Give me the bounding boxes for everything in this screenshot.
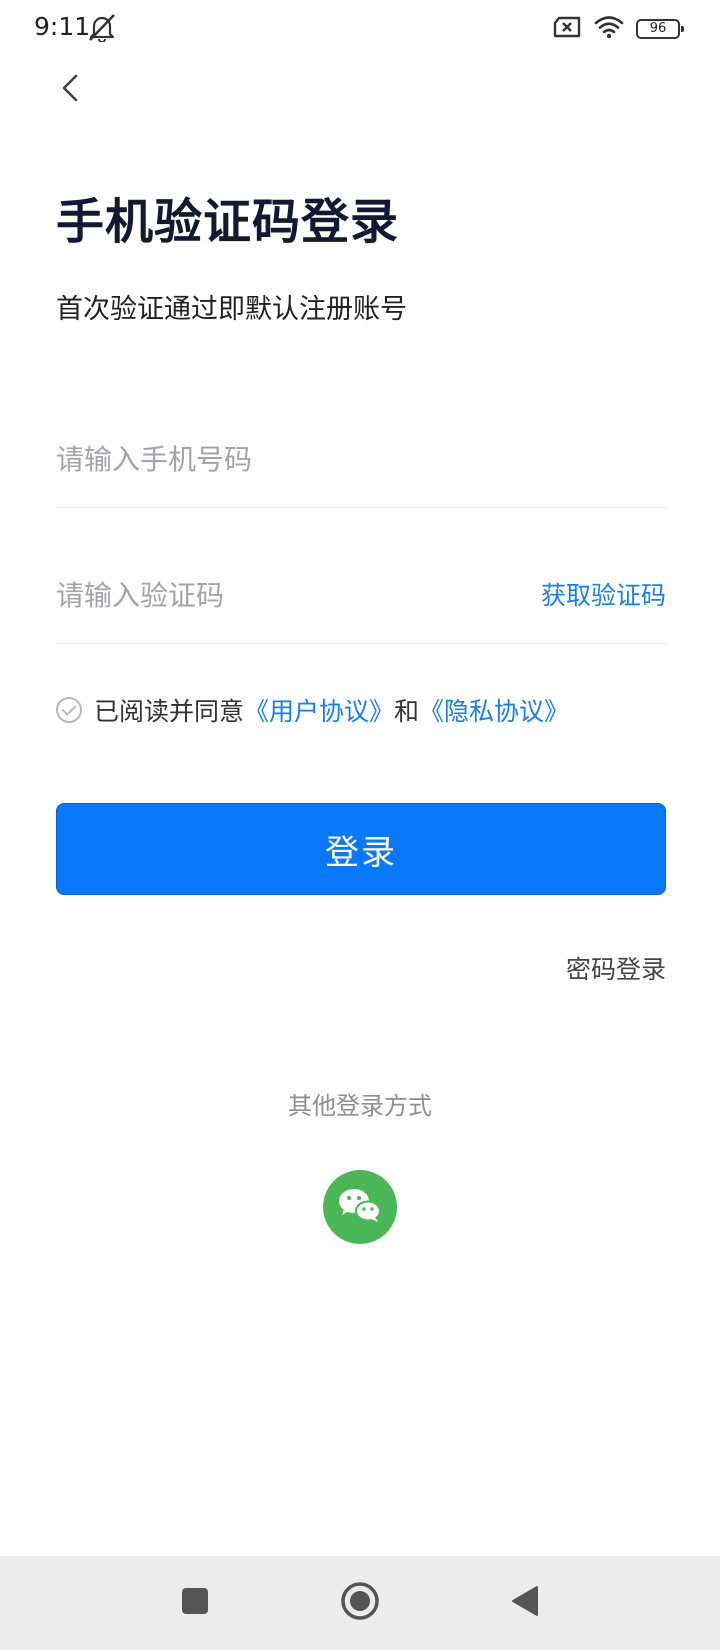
system-back-button[interactable]	[497, 1578, 553, 1628]
bell-off-icon	[86, 12, 120, 43]
recent-apps-button[interactable]	[167, 1578, 223, 1628]
home-button[interactable]	[332, 1578, 388, 1628]
phone-field-row	[56, 416, 666, 508]
recent-apps-icon	[180, 1586, 210, 1620]
other-login-label: 其他登录方式	[288, 1092, 432, 1120]
login-button[interactable]: 登录	[56, 803, 666, 895]
page-title: 手机验证码登录	[56, 194, 400, 250]
status-time: 9:11	[34, 12, 91, 41]
back-triangle-icon	[509, 1584, 541, 1622]
wifi-icon	[594, 15, 624, 43]
agree-checkbox[interactable]	[56, 697, 82, 723]
back-button[interactable]	[52, 66, 88, 114]
navigation-bar	[0, 1556, 720, 1650]
get-code-button[interactable]: 获取验证码	[541, 576, 666, 616]
status-bar: 9:11 96	[0, 0, 720, 56]
verification-code-input[interactable]	[56, 570, 496, 620]
phone-input[interactable]	[56, 434, 496, 484]
battery-icon: 96	[636, 19, 684, 39]
chevron-left-icon	[59, 72, 81, 108]
wechat-login-button[interactable]	[323, 1170, 397, 1244]
home-icon	[340, 1581, 380, 1625]
code-field-row: 获取验证码	[56, 552, 666, 644]
password-login-link[interactable]: 密码登录	[566, 950, 666, 990]
agreement-prefix: 已阅读并同意	[94, 697, 245, 726]
agreement-row: 已阅读并同意 《用户协议》 和 《隐私协议》	[56, 690, 569, 730]
privacy-policy-link[interactable]: 《隐私协议》	[419, 692, 569, 728]
agreement-connector: 和	[394, 697, 420, 726]
sim-none-icon	[552, 16, 582, 42]
user-agreement-link[interactable]: 《用户协议》	[244, 692, 394, 728]
status-icons: 96	[552, 14, 684, 44]
wechat-icon	[336, 1185, 384, 1229]
page-subtitle: 首次验证通过即默认注册账号	[56, 294, 407, 325]
